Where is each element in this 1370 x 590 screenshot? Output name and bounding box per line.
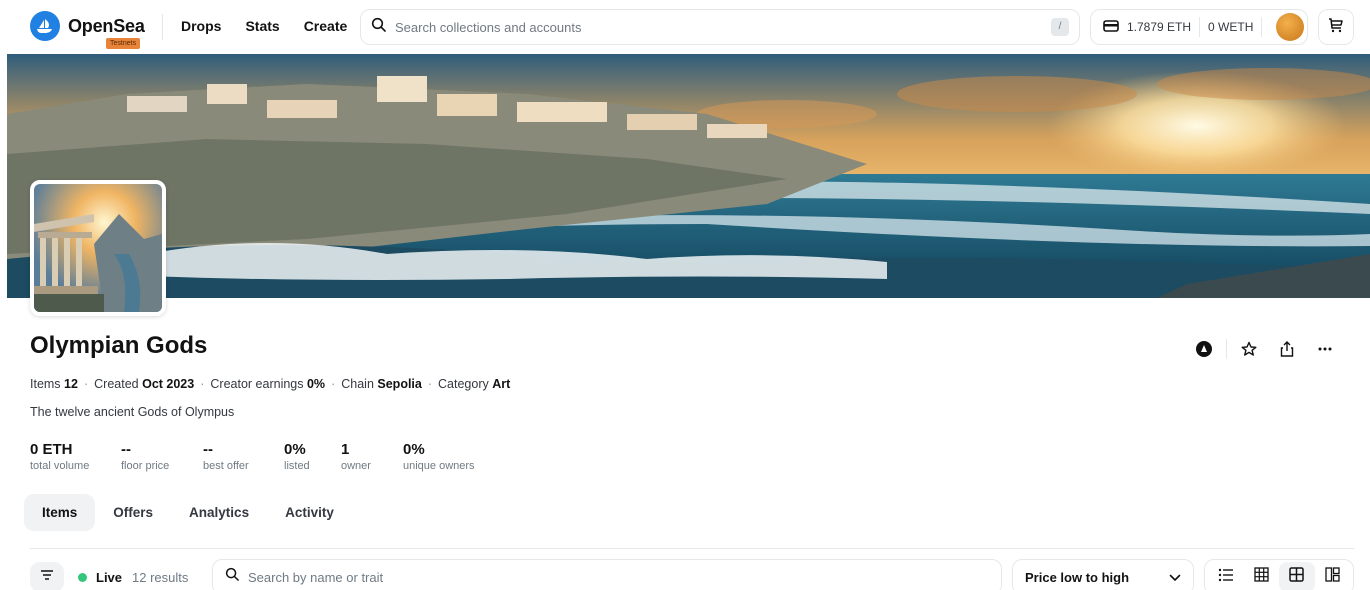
sort-selected-value: Price low to high <box>1025 569 1130 585</box>
meta-chain-label: Chain <box>341 377 374 391</box>
wallet-divider <box>1199 17 1201 37</box>
cart-icon <box>1327 16 1345 39</box>
collection-banner-image <box>7 54 1370 298</box>
meta-items-label: Items <box>30 377 61 391</box>
nav-create[interactable]: Create <box>304 18 348 34</box>
meta-created-value: Oct 2023 <box>142 377 195 391</box>
wallet-balance-button[interactable]: 1.7879 ETH 0 WETH <box>1090 9 1308 45</box>
collection-description: The twelve ancient Gods of Olympus <box>30 405 235 419</box>
search-placeholder: Search collections and accounts <box>395 19 582 35</box>
favorite-star-icon[interactable] <box>1237 337 1261 361</box>
chevron-down-icon <box>1169 570 1181 585</box>
meta-created-label: Created <box>94 377 139 391</box>
meta-category-label: Category <box>438 377 489 391</box>
testnets-badge: Testnets <box>106 38 141 49</box>
stat-unique-owners: 0% unique owners <box>403 441 475 472</box>
actions-divider <box>1226 339 1227 359</box>
item-search-input[interactable]: Search by name or trait <box>212 559 1002 590</box>
search-shortcut-key: / <box>1051 18 1069 36</box>
user-avatar[interactable] <box>1276 13 1304 41</box>
global-search-input[interactable]: Search collections and accounts / <box>360 9 1080 45</box>
collection-meta: Items 12 · Created Oct 2023 · Creator ea… <box>30 377 511 391</box>
wallet-eth-balance: 1.7879 ETH <box>1127 20 1192 34</box>
list-view-icon <box>1218 568 1234 587</box>
live-indicator-dot <box>78 573 87 582</box>
collection-stats: 0 ETH total volume -- floor price -- bes… <box>30 441 475 472</box>
opensea-logo-icon <box>30 11 60 41</box>
meta-earnings-value: 0% <box>306 377 326 391</box>
tab-items[interactable]: Items <box>24 494 96 531</box>
meta-earnings-label: Creator earnings <box>210 377 304 391</box>
masonry-view-button[interactable] <box>1315 562 1351 590</box>
stat-best-offer: -- best offer <box>203 441 249 472</box>
brand-name: OpenSea <box>68 15 145 36</box>
collection-title: Olympian Gods <box>30 332 208 359</box>
meta-items-value: 12 <box>64 377 78 391</box>
top-navigation-bar: OpenSea Testnets Drops Stats Create Sear… <box>0 0 1370 54</box>
wallet-divider <box>1261 17 1263 37</box>
nav-stats[interactable]: Stats <box>245 18 279 34</box>
view-mode-toggle <box>1204 559 1354 590</box>
header-divider <box>162 14 163 40</box>
large-grid-icon <box>1289 567 1304 587</box>
small-grid-icon <box>1254 567 1269 587</box>
tabs-divider <box>30 548 1354 549</box>
collection-actions <box>1192 337 1337 361</box>
stat-owner: 1 owner <box>341 441 371 472</box>
filter-toggle-button[interactable] <box>30 562 64 590</box>
sort-dropdown[interactable]: Price low to high <box>1012 559 1194 590</box>
tab-offers[interactable]: Offers <box>95 494 171 531</box>
filter-icon <box>40 568 54 586</box>
masonry-grid-icon <box>1325 567 1340 587</box>
meta-category-value: Art <box>492 377 511 391</box>
opensea-pro-icon[interactable] <box>1192 337 1216 361</box>
share-icon[interactable] <box>1275 337 1299 361</box>
tab-analytics[interactable]: Analytics <box>171 494 267 531</box>
opensea-logo[interactable]: OpenSea <box>30 11 145 41</box>
wallet-weth-balance: 0 WETH <box>1208 20 1254 34</box>
stat-floor-price: -- floor price <box>121 441 170 472</box>
search-icon <box>371 17 387 38</box>
wallet-icon <box>1103 19 1119 36</box>
tab-activity[interactable]: Activity <box>267 494 352 531</box>
live-label: Live <box>96 570 123 585</box>
live-status: Live 12 results <box>78 570 188 585</box>
large-grid-view-button[interactable] <box>1279 562 1315 590</box>
meta-chain-value: Sepolia <box>377 377 422 391</box>
list-view-button[interactable] <box>1208 562 1244 590</box>
stat-listed: 0% listed <box>284 441 310 472</box>
small-grid-view-button[interactable] <box>1244 562 1280 590</box>
cart-button[interactable] <box>1318 9 1354 45</box>
stat-total-volume: 0 ETH total volume <box>30 441 90 472</box>
results-count: 12 results <box>132 570 189 585</box>
collection-avatar-image <box>30 180 166 316</box>
main-nav: Drops Stats Create <box>181 18 347 34</box>
collection-tabs: Items Offers Analytics Activity <box>24 494 352 531</box>
nav-drops[interactable]: Drops <box>181 18 221 34</box>
item-search-placeholder: Search by name or trait <box>248 569 384 585</box>
search-icon <box>225 567 240 587</box>
more-options-icon[interactable] <box>1313 337 1337 361</box>
